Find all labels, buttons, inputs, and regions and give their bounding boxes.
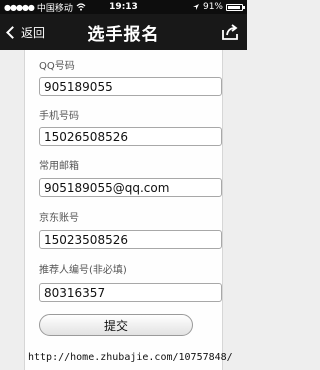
status-right: 91% [192,2,245,12]
location-icon [192,4,199,10]
qq-label: QQ号码 [39,61,75,72]
battery-fill [228,5,240,9]
signal-icon: ●●●●● [4,2,35,12]
referrer-label: 推荐人编号(非必填) [39,265,127,276]
phone-label: 手机号码 [39,111,79,122]
registration-form: QQ号码 905189055 手机号码 15026508526 常用邮箱 905… [24,50,223,370]
chevron-left-icon [6,25,19,39]
status-bar: ●●●●● 中国移动 19:13 91% [0,0,247,14]
email-input[interactable]: 905189055@qq.com [39,178,222,197]
nav-bar: 返回 选手报名 [0,14,247,50]
qq-input[interactable]: 905189055 [39,77,222,96]
phone-input[interactable]: 15026508526 [39,127,222,146]
back-label: 返回 [21,25,46,40]
carrier-label: 中国移动 [36,3,73,14]
status-left: ●●●●● 中国移动 [4,1,86,14]
jd-account-input[interactable]: 15023508526 [39,230,222,249]
page-title: 选手报名 [87,24,160,45]
watermark: http://home.zhubajie.com/10757848/ [28,352,233,363]
jd-account-label: 京东账号 [39,213,79,224]
referrer-input[interactable]: 80316357 [39,283,222,302]
submit-button[interactable]: 提交 [39,314,193,336]
back-button[interactable]: 返回 [4,14,45,50]
battery-icon [226,3,245,11]
email-label: 常用邮箱 [39,161,79,172]
wifi-icon [76,3,86,11]
battery-percent: 91% [202,2,223,12]
share-icon[interactable] [221,23,239,41]
